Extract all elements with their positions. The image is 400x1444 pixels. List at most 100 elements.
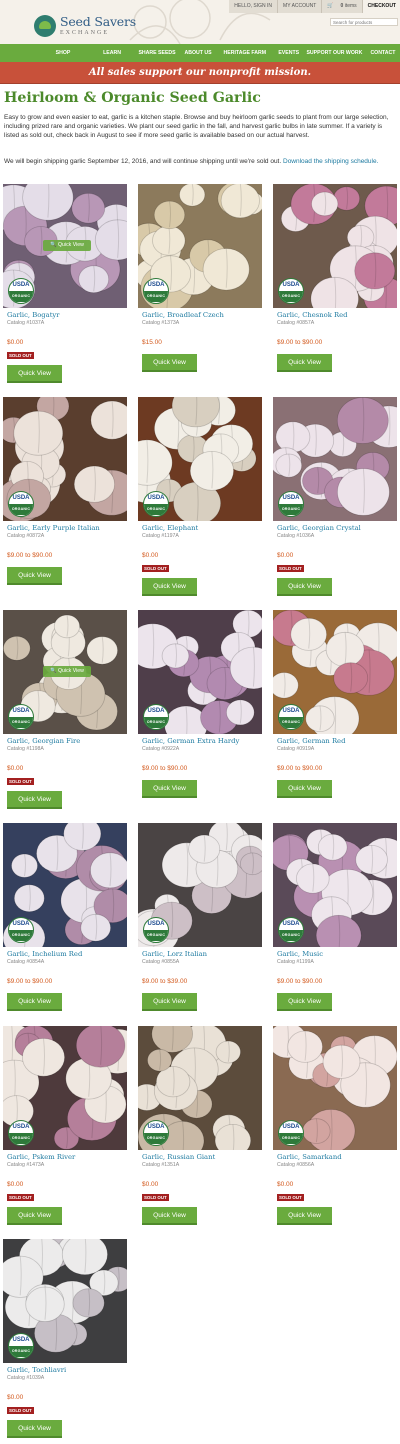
usda-organic-seal-icon: USDA ORGANIC <box>278 1120 304 1146</box>
product-image[interactable]: USDA ORGANIC <box>3 823 127 947</box>
product-image[interactable]: USDA ORGANIC <box>3 1026 127 1150</box>
product-image[interactable]: USDA ORGANIC <box>3 397 127 521</box>
product-image[interactable]: USDA ORGANIC <box>273 397 397 521</box>
search-input[interactable] <box>330 18 398 26</box>
nav-item-events[interactable]: EVENTS <box>275 44 303 62</box>
sold-out-badge: SOLD OUT <box>277 1194 304 1201</box>
product-name-link[interactable]: Garlic, Lorz Italian <box>142 950 207 958</box>
mission-banner[interactable]: All sales support our nonprofit mission. <box>0 62 400 84</box>
cart-count[interactable]: 0 items <box>336 0 363 13</box>
product-image[interactable]: USDA ORGANIC <box>273 1026 397 1150</box>
nav-item-learn[interactable]: LEARN <box>96 44 128 62</box>
usda-organic-seal-icon: USDA ORGANIC <box>143 278 169 304</box>
catalog-number: Catalog #1351A <box>142 1162 180 1168</box>
product-name-link[interactable]: Garlic, Samarkand <box>277 1153 342 1161</box>
product-price: $0.00 <box>7 1181 24 1188</box>
catalog-number: Catalog #1473A <box>7 1162 45 1168</box>
my-account-link[interactable]: MY ACCOUNT <box>278 0 323 13</box>
product-image[interactable]: USDA ORGANIC <box>273 184 397 308</box>
usda-organic-seal-icon: USDA ORGANIC <box>8 1120 34 1146</box>
quick-view-overlay-button[interactable]: 🔍 Quick View <box>43 666 91 677</box>
logo-subtitle: EXCHANGE <box>60 30 109 37</box>
sold-out-badge: SOLD OUT <box>7 352 34 359</box>
product-image[interactable]: USDA ORGANIC <box>138 1026 262 1150</box>
catalog-number: Catalog #1036A <box>277 533 315 539</box>
product-image[interactable]: USDA ORGANIC <box>138 184 262 308</box>
product-name-link[interactable]: Garlic, Early Purple Italian <box>7 524 100 532</box>
product-image[interactable]: USDA ORGANIC <box>273 823 397 947</box>
site-logo[interactable]: Seed Savers EXCHANGE <box>34 15 136 37</box>
product-name-link[interactable]: Garlic, Georgian Fire <box>7 737 80 745</box>
quick-view-button[interactable]: Quick View <box>7 791 62 809</box>
sign-in-link[interactable]: HELLO, SIGN IN <box>229 0 279 13</box>
product-image[interactable]: USDA ORGANIC 🔍 Quick View <box>3 184 127 308</box>
nav-item-support-our-work[interactable]: SUPPORT OUR WORK <box>306 44 363 62</box>
quick-view-button[interactable]: Quick View <box>7 365 62 383</box>
product-name-link[interactable]: Garlic, German Red <box>277 737 345 745</box>
product-image[interactable]: USDA ORGANIC <box>138 397 262 521</box>
main-nav: SHOP LEARN SHARE SEEDS ABOUT US HERITAGE… <box>0 44 400 62</box>
product-image[interactable]: USDA ORGANIC <box>273 610 397 734</box>
sold-out-badge: SOLD OUT <box>277 565 304 572</box>
quick-view-button[interactable]: Quick View <box>7 1207 62 1225</box>
usda-organic-seal-icon: USDA ORGANIC <box>143 1120 169 1146</box>
product-name-link[interactable]: Garlic, Pskem River <box>7 1153 75 1161</box>
nav-item-about-us[interactable]: ABOUT US <box>182 44 214 62</box>
nav-item-shop[interactable]: SHOP <box>44 44 82 62</box>
product-image[interactable]: USDA ORGANIC <box>138 610 262 734</box>
quick-view-button[interactable]: Quick View <box>277 1207 332 1225</box>
product-price: $9.00 to $90.00 <box>7 552 53 559</box>
product-name-link[interactable]: Garlic, Tochliavri <box>7 1366 66 1374</box>
sold-out-badge: SOLD OUT <box>142 565 169 572</box>
site-header: Seed Savers EXCHANGE HELLO, SIGN IN MY A… <box>0 0 400 44</box>
product-name-link[interactable]: Garlic, Georgian Crystal <box>277 524 361 532</box>
product-image[interactable]: USDA ORGANIC 🔍 Quick View <box>3 610 127 734</box>
product-name-link[interactable]: Garlic, Chesnok Red <box>277 311 348 319</box>
quick-view-button[interactable]: Quick View <box>142 993 197 1011</box>
product-image[interactable]: USDA ORGANIC <box>138 823 262 947</box>
nav-item-contact[interactable]: CONTACT <box>366 44 400 62</box>
usda-organic-seal-icon: USDA ORGANIC <box>8 704 34 730</box>
usda-organic-seal-icon: USDA ORGANIC <box>278 491 304 517</box>
quick-view-button[interactable]: Quick View <box>142 578 197 596</box>
product-price: $15.00 <box>142 339 162 346</box>
quick-view-button[interactable]: Quick View <box>142 1207 197 1225</box>
shipping-schedule-link[interactable]: Download the shipping schedule. <box>283 158 378 165</box>
usda-organic-seal-icon: USDA ORGANIC <box>278 278 304 304</box>
product-name-link[interactable]: Garlic, Russian Giant <box>142 1153 215 1161</box>
product-price: $0.00 <box>7 765 24 772</box>
shipping-text: We will begin shipping garlic September … <box>4 158 379 165</box>
quick-view-button[interactable]: Quick View <box>7 993 62 1011</box>
product-price: $9.00 to $90.00 <box>277 765 323 772</box>
banner-text: All sales support our nonprofit mission. <box>88 67 312 78</box>
product-price: $9.00 to $39.00 <box>142 978 188 985</box>
product-name-link[interactable]: Garlic, German Extra Hardy <box>142 737 239 745</box>
quick-view-button[interactable]: Quick View <box>277 354 332 372</box>
product-name-link[interactable]: Garlic, Inchelium Red <box>7 950 82 958</box>
quick-view-overlay-button[interactable]: 🔍 Quick View <box>43 240 91 251</box>
product-price: $0.00 <box>142 552 159 559</box>
product-name-link[interactable]: Garlic, Bogatyr <box>7 311 60 319</box>
catalog-number: Catalog #1199A <box>277 959 314 965</box>
quick-view-button[interactable]: Quick View <box>142 354 197 372</box>
cart-icon[interactable]: 🛒 <box>322 0 335 13</box>
product-price: $0.00 <box>277 1181 294 1188</box>
quick-view-button[interactable]: Quick View <box>277 578 332 596</box>
nav-item-heritage-farm[interactable]: HERITAGE FARM <box>220 44 269 62</box>
product-name-link[interactable]: Garlic, Broadleaf Czech <box>142 311 224 319</box>
quick-view-button[interactable]: Quick View <box>7 1420 62 1438</box>
quick-view-button[interactable]: Quick View <box>7 567 62 585</box>
product-name-link[interactable]: Garlic, Elephant <box>142 524 198 532</box>
product-name-link[interactable]: Garlic, Music <box>277 950 323 958</box>
nav-item-share-seeds[interactable]: SHARE SEEDS <box>136 44 178 62</box>
catalog-number: Catalog #0854A <box>7 959 45 965</box>
product-price: $0.00 <box>277 552 294 559</box>
quick-view-button[interactable]: Quick View <box>277 993 332 1011</box>
usda-organic-seal-icon: USDA ORGANIC <box>278 917 304 943</box>
quick-view-button[interactable]: Quick View <box>142 780 197 798</box>
quick-view-button[interactable]: Quick View <box>277 780 332 798</box>
checkout-link[interactable]: CHECKOUT <box>362 0 400 13</box>
page-title: Heirloom & Organic Seed Garlic <box>4 90 261 106</box>
product-image[interactable]: USDA ORGANIC <box>3 1239 127 1363</box>
product-price: $0.00 <box>142 1181 159 1188</box>
